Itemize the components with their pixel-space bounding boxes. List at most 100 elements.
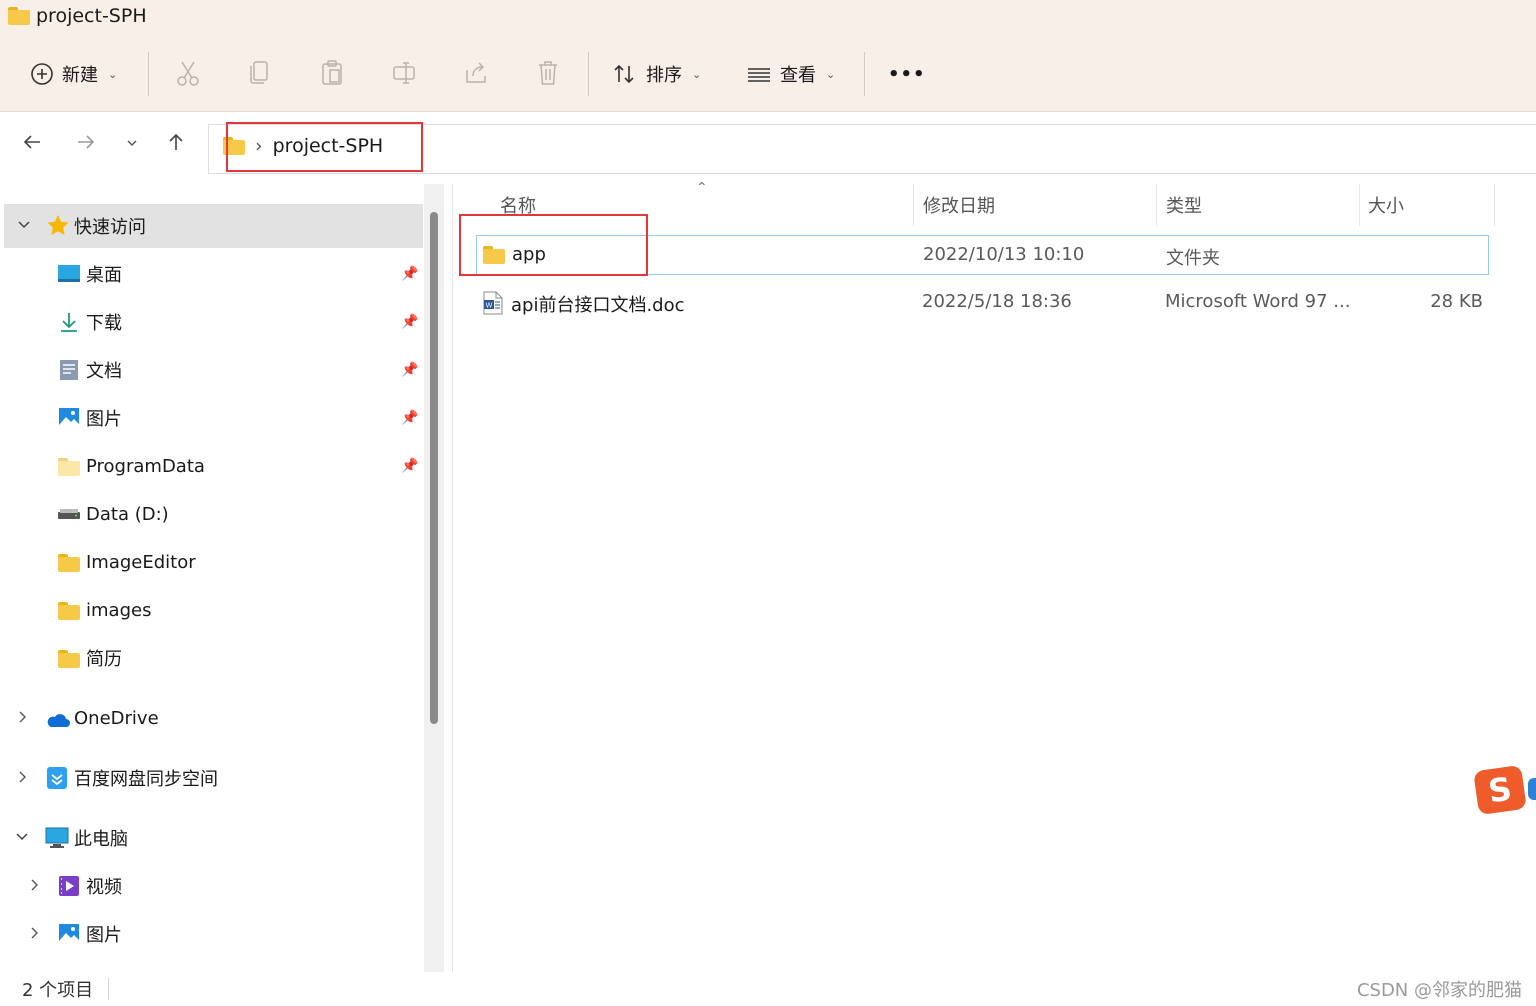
more-options-button[interactable]: ••• [888,46,926,102]
chevron-right-icon[interactable] [12,709,32,728]
chevron-down-icon [127,140,137,146]
sort-icon [614,64,634,84]
column-separator[interactable] [1494,184,1495,226]
chevron-down-icon[interactable] [14,217,34,236]
sidebar-item-downloads[interactable]: 下载 📌 [0,300,424,344]
sidebar-item-quick-access[interactable]: 快速访问 [4,204,423,248]
arrow-left-icon [23,135,40,149]
sort-button-label: 排序 [646,65,682,86]
sidebar-item-baidu-netdisk[interactable]: 百度网盘同步空间 [0,756,424,800]
column-separator[interactable] [1156,184,1157,226]
picture-icon [58,407,80,428]
navigation-scrollbar[interactable] [424,184,444,972]
chevron-down-icon: ⌄ [826,67,836,81]
paste-icon[interactable] [314,58,350,94]
column-header-modified[interactable]: 修改日期 [923,184,995,226]
plus-circle-icon [31,63,53,85]
sidebar-item-label: ProgramData [86,455,205,477]
sidebar-item-videos[interactable]: 视频 [0,864,424,908]
column-separator[interactable] [1359,184,1360,226]
more-icon: ••• [888,63,926,85]
command-bar: 新建 ⌄ 排序 ⌄ 查看 ⌄ ••• [0,46,1536,102]
back-button[interactable] [16,130,48,160]
sidebar-item-images[interactable]: images [0,588,424,632]
baidu-netdisk-icon [46,766,68,789]
sidebar-item-resume[interactable]: 简历 [0,636,424,680]
pin-icon[interactable]: 📌 [401,458,418,474]
pin-icon[interactable]: 📌 [401,266,418,282]
file-type: Microsoft Word 97 ... [1165,291,1351,312]
window-title: project-SPH [8,4,147,28]
sidebar-item-label: Data (D:) [86,503,169,525]
toolbar-separator [588,52,589,96]
annotation-box-address [226,122,423,172]
sidebar-item-this-pc[interactable]: 此电脑 [0,816,424,860]
word-document-icon: W [483,291,503,315]
sidebar-item-label: 文档 [86,361,122,382]
sidebar-item-pictures[interactable]: 图片 📌 [0,396,424,440]
sidebar-item-label: 视频 [86,877,122,898]
sidebar-item-label: 桌面 [86,265,122,286]
file-row[interactable]: W api前台接口文档.doc 2022/5/18 18:36 Microsof… [476,283,1489,323]
sidebar-item-label: 图片 [86,925,122,946]
annotation-box-app [459,214,648,276]
sogou-ime-icon[interactable]: S [1473,764,1527,816]
status-separator [108,978,109,1000]
download-icon [58,311,80,332]
column-separator[interactable] [913,184,914,226]
sort-button[interactable]: 排序 ⌄ [612,46,701,102]
ime-toolbar-edge[interactable] [1528,778,1536,800]
copy-icon[interactable] [242,58,278,94]
arrow-up-icon [169,133,183,150]
sidebar-item-onedrive[interactable]: OneDrive [0,696,424,740]
window-title-text: project-SPH [36,5,147,27]
star-icon [46,214,69,235]
recent-locations-button[interactable] [116,136,148,154]
pane-divider[interactable] [452,184,453,972]
sidebar-item-programdata[interactable]: ProgramData 📌 [0,444,424,488]
file-name[interactable]: api前台接口文档.doc [511,291,685,317]
column-header-type[interactable]: 类型 [1166,184,1202,226]
toolbar-separator [864,52,865,96]
up-button[interactable] [160,130,192,160]
watermark: CSDN @邻家的肥猫 [1356,980,1522,1001]
sort-ascending-icon: ⌃ [696,180,708,196]
desktop-icon [57,264,80,284]
rename-icon[interactable] [386,58,422,94]
pin-icon[interactable]: 📌 [401,362,418,378]
folder-icon [58,602,80,620]
picture-icon [58,923,80,944]
sidebar-item-pc-pictures[interactable]: 图片 [0,912,424,956]
chevron-right-icon[interactable] [24,877,44,896]
document-icon [59,359,81,380]
sidebar-item-label: 图片 [86,409,122,430]
folder-icon [58,458,80,476]
cut-icon[interactable] [170,58,206,94]
view-button[interactable]: 查看 ⌄ [746,46,835,102]
svg-text:W: W [486,302,493,310]
sidebar-item-desktop[interactable]: 桌面 📌 [0,252,424,296]
file-modified: 2022/5/18 18:36 [922,291,1072,312]
folder-icon [8,7,30,25]
pin-icon[interactable]: 📌 [401,410,418,426]
sidebar-item-data-drive[interactable]: Data (D:) [0,492,424,536]
delete-icon[interactable] [530,58,566,94]
video-icon [58,875,80,896]
sidebar-item-label: OneDrive [74,707,159,729]
pin-icon[interactable]: 📌 [401,314,418,330]
chevron-right-icon[interactable] [24,925,44,944]
forward-button[interactable] [70,130,102,160]
sidebar-item-documents[interactable]: 文档 📌 [0,348,424,392]
column-header-size[interactable]: 大小 [1368,184,1404,226]
file-type: 文件夹 [1166,248,1220,269]
cloud-icon [44,710,70,730]
chevron-down-icon: ⌄ [692,67,702,81]
share-icon[interactable] [458,58,494,94]
chevron-right-icon[interactable] [12,769,32,788]
scrollbar-thumb[interactable] [430,212,438,724]
view-button-label: 查看 [780,65,816,86]
new-button[interactable]: 新建 ⌄ [30,46,117,102]
toolbar-separator [148,52,149,96]
sidebar-item-imageeditor[interactable]: ImageEditor [0,540,424,584]
chevron-down-icon[interactable] [12,829,32,848]
